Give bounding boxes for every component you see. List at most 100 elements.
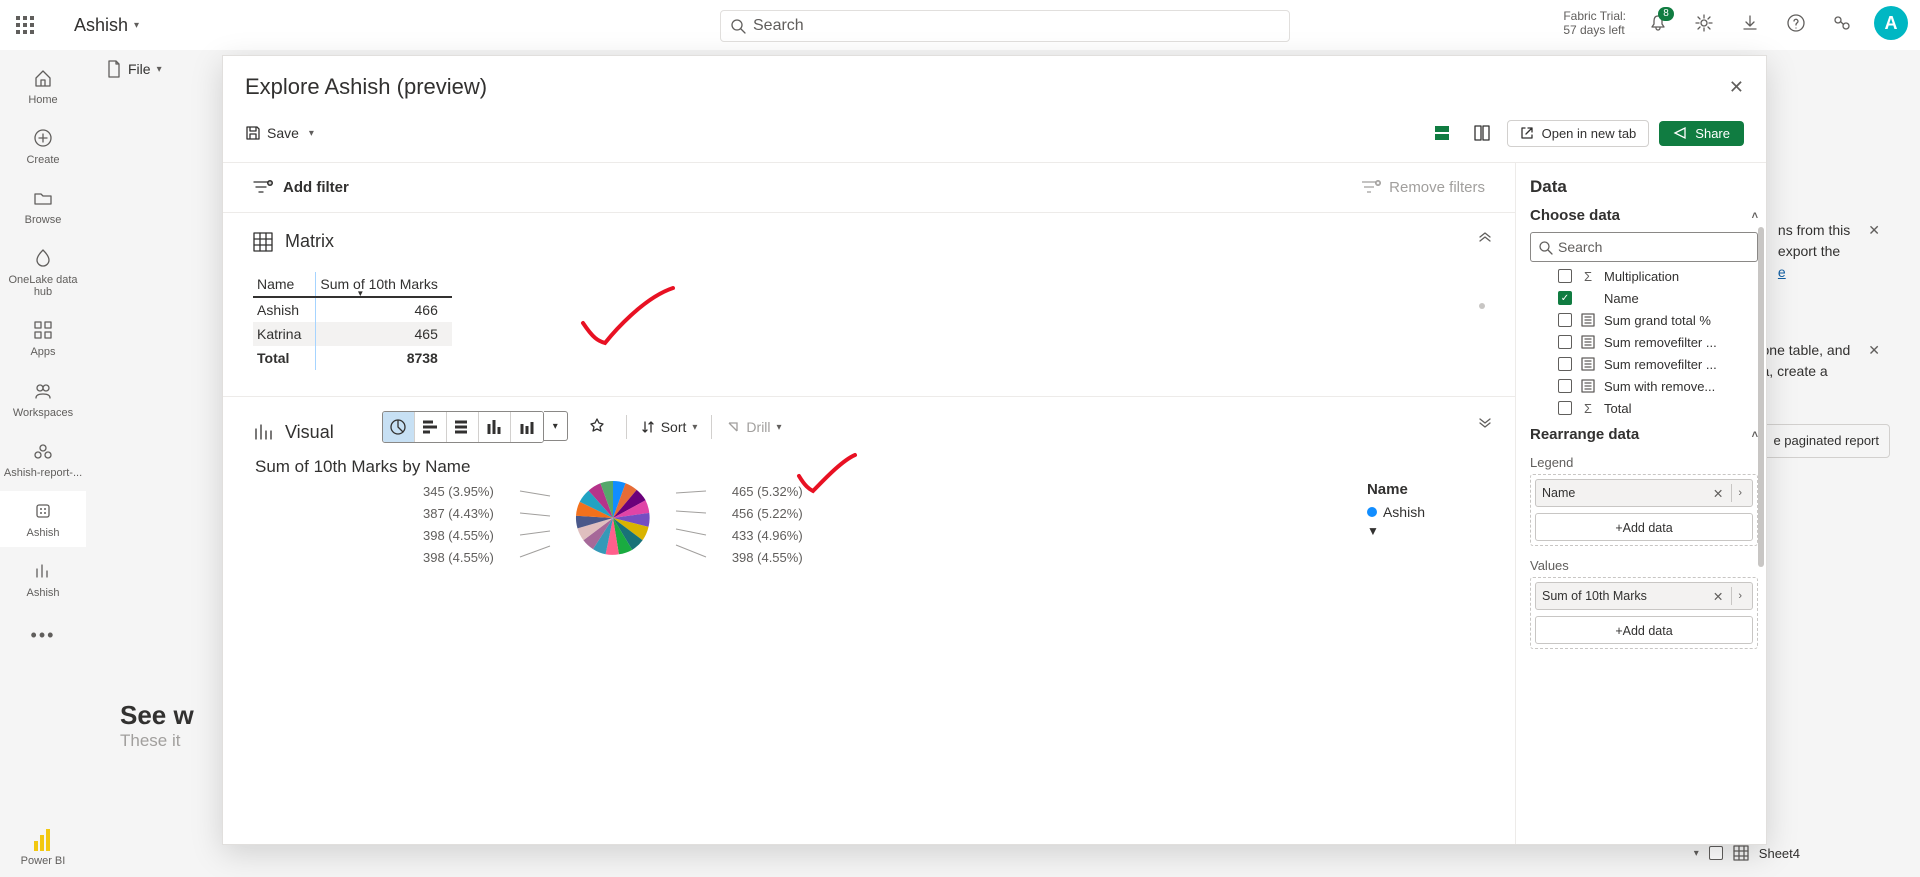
rail-browse[interactable]: Browse <box>0 178 86 234</box>
add-data-button[interactable]: +Add data <box>1535 513 1753 541</box>
explore-modal: Explore Ashish (preview) ✕ Save ▾ Open i… <box>222 55 1767 845</box>
create-icon <box>31 126 55 150</box>
field-item[interactable]: Sum grand total % <box>1530 312 1758 328</box>
matrix-section: Matrix Name Sum of 10th Marks Ashish466 <box>223 213 1515 397</box>
matrix-visual[interactable]: Name Sum of 10th Marks Ashish466 Katrina… <box>253 272 1485 370</box>
field-item[interactable]: Sum removefilter ... <box>1530 334 1758 350</box>
rail-create[interactable]: Create <box>0 118 86 174</box>
save-dropdown[interactable]: ▾ <box>309 128 314 139</box>
remove-icon[interactable]: ✕ <box>1707 486 1729 501</box>
bg-paginated-button[interactable]: e paginated report <box>1762 424 1890 458</box>
open-new-tab-button[interactable]: Open in new tab <box>1507 120 1650 147</box>
settings-icon[interactable] <box>1690 9 1718 37</box>
filter-remove-icon <box>1361 180 1381 196</box>
checkbox[interactable] <box>1558 313 1572 327</box>
close-icon[interactable]: ✕ <box>1729 77 1744 98</box>
checkbox[interactable] <box>1558 269 1572 283</box>
checkbox[interactable]: ✓ <box>1558 291 1572 305</box>
workspace-name: Ashish <box>74 15 128 36</box>
rail-workspaces[interactable]: Workspaces <box>0 371 86 427</box>
resize-handle-icon[interactable] <box>1479 303 1485 309</box>
suggest-visual-icon[interactable] <box>582 412 612 442</box>
report-icon <box>31 559 55 583</box>
chart-icon <box>253 422 273 442</box>
chevron-down-icon: ▾ <box>777 422 782 433</box>
rail-recent-1[interactable]: Ashish-report-... <box>0 431 86 487</box>
layout-side-icon[interactable] <box>1467 118 1497 148</box>
field-item[interactable]: ✓Name <box>1530 290 1758 306</box>
save-button[interactable]: Save <box>245 125 299 141</box>
field-item[interactable]: Sum with remove... <box>1530 378 1758 394</box>
chart-type-bar-stacked[interactable] <box>447 412 479 442</box>
values-well-label: Values <box>1530 558 1758 573</box>
help-icon[interactable] <box>1782 9 1810 37</box>
checkbox[interactable] <box>1558 401 1572 415</box>
field-pill-sum[interactable]: Sum of 10th Marks ✕ › <box>1535 582 1753 610</box>
collapse-up-icon[interactable] <box>1477 231 1493 252</box>
sort-button[interactable]: Sort ▾ <box>641 419 698 435</box>
folder-icon <box>31 186 55 210</box>
rail-home[interactable]: Home <box>0 58 86 114</box>
rail-onelake[interactable]: OneLake data hub <box>0 238 86 306</box>
checkbox[interactable] <box>1709 846 1723 860</box>
chevron-right-icon[interactable]: › <box>1734 487 1746 499</box>
rearrange-data-header[interactable]: Rearrange data ˄ <box>1530 426 1758 443</box>
close-icon[interactable]: ✕ <box>1868 220 1880 241</box>
scrollbar-thumb[interactable] <box>1758 227 1764 567</box>
rail-powerbi[interactable]: Power BI <box>21 829 66 877</box>
data-labels-right: 465 (5.32%) 456 (5.22%) 433 (4.96%) 398 … <box>732 481 803 569</box>
matrix-col-sum[interactable]: Sum of 10th Marks <box>316 272 452 297</box>
chart-type-column-stacked[interactable] <box>511 412 543 442</box>
layout-stacked-icon[interactable] <box>1427 118 1457 148</box>
header-right: Fabric Trial: 57 days left 8 A <box>1563 6 1908 40</box>
global-search[interactable]: Search <box>720 10 1290 42</box>
choose-data-header[interactable]: Choose data ˄ <box>1530 207 1758 224</box>
field-item[interactable]: ΣMultiplication <box>1530 268 1758 284</box>
notifications-icon[interactable]: 8 <box>1644 9 1672 37</box>
rail-recent-2[interactable]: Ashish <box>0 491 86 547</box>
chart-type-column[interactable] <box>479 412 511 442</box>
field-pill-name[interactable]: Name ✕ › <box>1535 479 1753 507</box>
rail-apps[interactable]: Apps <box>0 310 86 366</box>
account-avatar[interactable]: A <box>1874 6 1908 40</box>
checkbox[interactable] <box>1558 357 1572 371</box>
add-data-button[interactable]: +Add data <box>1535 616 1753 644</box>
left-nav-rail: Home Create Browse OneLake data hub Apps… <box>0 50 86 877</box>
chart-type-bar-h[interactable] <box>415 412 447 442</box>
share-button[interactable]: Share <box>1659 121 1744 146</box>
file-icon <box>106 60 122 78</box>
sheet-item[interactable]: ▾ Sheet4 <box>1694 845 1800 861</box>
collapse-down-icon[interactable] <box>1477 415 1493 436</box>
chevron-right-icon[interactable]: › <box>1734 590 1746 602</box>
legend-item[interactable]: Ashish <box>1367 504 1425 520</box>
workspace-switcher[interactable]: Ashish ▾ <box>74 15 139 36</box>
download-icon[interactable] <box>1736 9 1764 37</box>
visual-section: Visual ▾ <box>223 397 1515 597</box>
search-placeholder: Search <box>753 17 804 35</box>
trial-status[interactable]: Fabric Trial: 57 days left <box>1563 9 1626 38</box>
rail-more[interactable]: ••• <box>31 611 56 660</box>
chart-type-more[interactable]: ▾ <box>544 411 568 441</box>
checkbox[interactable] <box>1558 335 1572 349</box>
table-row[interactable]: Katrina465 <box>253 322 452 346</box>
share-icon <box>1673 126 1687 140</box>
chart-type-pie[interactable] <box>383 412 415 442</box>
file-menu[interactable]: File ▾ <box>98 56 170 82</box>
field-item[interactable]: Sum removefilter ... <box>1530 356 1758 372</box>
add-filter-button[interactable]: Add filter <box>253 179 349 196</box>
feedback-icon[interactable] <box>1828 9 1856 37</box>
close-icon[interactable]: ✕ <box>1868 340 1880 361</box>
values-well[interactable]: Sum of 10th Marks ✕ › +Add data <box>1530 577 1758 649</box>
field-item[interactable]: ΣTotal <box>1530 400 1758 416</box>
matrix-col-name[interactable]: Name <box>253 272 316 297</box>
app-launcher-icon[interactable] <box>16 16 34 34</box>
remove-icon[interactable]: ✕ <box>1707 589 1729 604</box>
legend-well[interactable]: Name ✕ › +Add data <box>1530 474 1758 546</box>
sigma-icon: Σ <box>1580 400 1596 416</box>
field-search[interactable]: Search <box>1530 232 1758 262</box>
table-row[interactable]: Ashish466 <box>253 297 452 322</box>
pie-chart-visual[interactable]: 345 (3.95%) 387 (4.43%) 398 (4.55%) 398 … <box>423 481 1485 571</box>
checkbox[interactable] <box>1558 379 1572 393</box>
legend-more[interactable]: ▼ <box>1367 524 1425 538</box>
rail-recent-3[interactable]: Ashish <box>0 551 86 607</box>
